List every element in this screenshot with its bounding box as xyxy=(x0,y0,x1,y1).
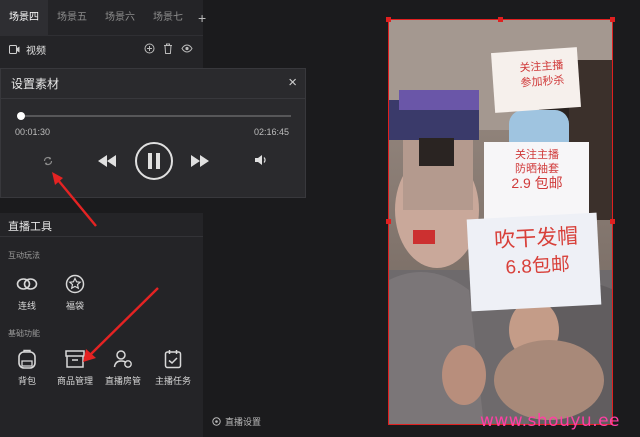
tool-link-label: 连线 xyxy=(17,301,36,311)
watermark: www.shouyu.ee xyxy=(480,411,621,431)
resize-handle[interactable] xyxy=(498,17,503,22)
live-settings-label: 直播设置 xyxy=(225,417,262,427)
progress-thumb[interactable] xyxy=(17,112,25,120)
task-icon xyxy=(164,350,182,369)
current-time: 00:01:30 xyxy=(15,127,51,137)
add-scene-button[interactable]: + xyxy=(192,0,212,36)
section-label-interactive: 互动玩法 xyxy=(8,251,40,260)
sign-bottom: 吹干发帽 6.8包邮 xyxy=(474,222,601,284)
sign-mid-line-2: 防晒袖套 xyxy=(515,163,559,175)
add-circle-icon[interactable] xyxy=(144,43,155,54)
sign-middle: 关注主播 防晒袖套 2.9 包邮 xyxy=(487,148,587,190)
tool-shop[interactable]: 商品管理 xyxy=(54,346,96,387)
tool-room-admin-label: 直播房管 xyxy=(104,376,141,386)
live-tools-title: 直播工具 xyxy=(0,213,203,237)
scene-panel: 场景四 场景五 场景六 场景七 + 视频 xyxy=(0,0,206,70)
scene-source-label: 视频 xyxy=(26,45,46,57)
pause-icon[interactable] xyxy=(134,141,174,181)
eye-icon[interactable] xyxy=(181,43,193,54)
loop-icon[interactable] xyxy=(42,155,54,167)
rewind-icon[interactable] xyxy=(97,154,117,168)
tool-task[interactable]: 主播任务 xyxy=(152,346,194,387)
lucky-bag-icon xyxy=(65,274,85,294)
tool-room-admin[interactable]: 直播房管 xyxy=(102,346,144,387)
tab-scene-7[interactable]: 场景七 xyxy=(144,0,192,36)
tab-scene-6[interactable]: 场景六 xyxy=(96,0,144,36)
shop-icon xyxy=(65,350,85,368)
tool-backpack-label: 背包 xyxy=(17,376,36,386)
tool-backpack[interactable]: 背包 xyxy=(6,346,48,387)
fast-forward-icon[interactable] xyxy=(190,154,210,168)
close-icon[interactable]: × xyxy=(288,75,297,91)
tool-link[interactable]: 连线 xyxy=(6,271,48,312)
sign-mid-line-3: 2.9 包邮 xyxy=(511,175,563,191)
progress-track[interactable] xyxy=(20,115,291,117)
live-tools-panel: 直播工具 互动玩法 连线 福袋 基础功能 背包 商品管理 直播房管 主播任务 xyxy=(0,213,203,437)
resize-handle[interactable] xyxy=(610,219,615,224)
trash-icon[interactable] xyxy=(163,43,173,54)
dialog-title: 设置素材 xyxy=(11,77,60,91)
live-settings-button[interactable]: 直播设置 xyxy=(212,415,261,428)
tool-lucky-bag[interactable]: 福袋 xyxy=(54,271,96,312)
tool-lucky-bag-label: 福袋 xyxy=(65,301,84,311)
tool-shop-label: 商品管理 xyxy=(56,376,93,386)
tab-scene-5[interactable]: 场景五 xyxy=(48,0,96,36)
link-icon xyxy=(16,278,38,290)
total-time: 02:16:45 xyxy=(253,127,289,137)
tool-task-label: 主播任务 xyxy=(154,376,191,386)
resize-handle[interactable] xyxy=(610,17,615,22)
room-admin-icon xyxy=(113,350,132,368)
scene-source-row[interactable]: 视频 xyxy=(0,38,203,60)
scene-tabs: 场景四 场景五 场景六 场景七 + xyxy=(0,0,206,36)
section-label-basic: 基础功能 xyxy=(8,329,40,338)
resize-handle[interactable] xyxy=(386,17,391,22)
sign-mid-line-1: 关注主播 xyxy=(515,149,559,161)
tab-scene-4[interactable]: 场景四 xyxy=(0,0,48,36)
video-source-icon xyxy=(9,44,20,54)
backpack-icon xyxy=(18,349,36,369)
material-settings-dialog: 设置素材 × 00:01:30 02:16:45 xyxy=(0,68,306,198)
sign-top: 关注主播 参加秒杀 xyxy=(500,57,584,93)
volume-icon[interactable] xyxy=(254,154,268,166)
live-preview[interactable]: 关注主播 参加秒杀 关注主播 防晒袖套 2.9 包邮 吹干发帽 6.8包邮 xyxy=(388,19,613,425)
settings-circle-icon xyxy=(212,417,221,426)
resize-handle[interactable] xyxy=(386,219,391,224)
